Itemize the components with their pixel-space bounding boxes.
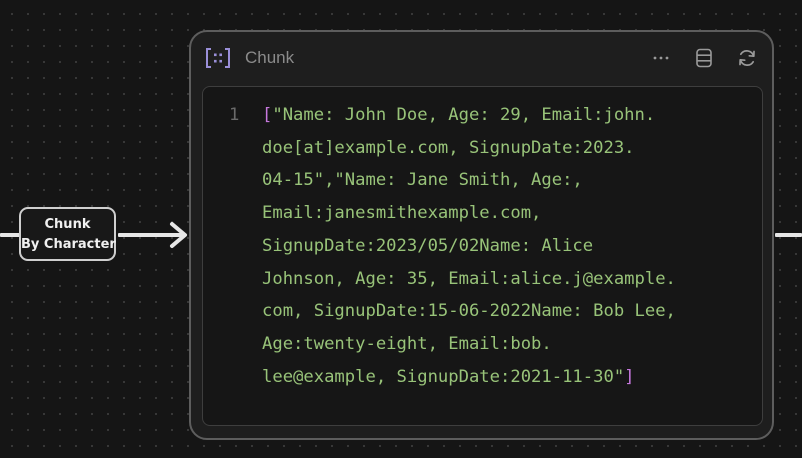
edge-line-left	[0, 233, 20, 237]
code-line-9: lee@example, SignupDate:2021-11-30"	[262, 366, 625, 387]
code-line-7: com, SignupDate:15-06-2022Name: Bob Lee,	[262, 301, 676, 322]
code-line-4: Email:janesmithexample.com,	[262, 203, 542, 224]
edge-label-line-2: By Character	[21, 237, 116, 252]
document-list-icon	[696, 48, 712, 68]
refresh-icon	[739, 50, 755, 66]
close-bracket: ]	[624, 366, 635, 387]
code-line-2: doe[at]example.com, SignupDate:2023.	[262, 137, 635, 158]
output-code-text[interactable]: ["Name: John Doe, Age: 29, Email:john. d…	[262, 99, 742, 393]
code-line-1: "Name: John Doe, Age: 29, Email:john.	[272, 105, 656, 125]
edge-line-out-of-node	[775, 233, 802, 237]
edge-label-chunk-by-character[interactable]: Chunk By Character	[19, 207, 116, 261]
code-line-8: Age:twenty-eight, Email:bob.	[262, 333, 552, 354]
open-bracket: [	[262, 105, 273, 125]
ellipsis-icon	[653, 56, 669, 60]
output-code-panel[interactable]: 1 ["Name: John Doe, Age: 29, Email:john.…	[202, 86, 763, 426]
refresh-button[interactable]	[735, 46, 759, 70]
arrow-head-icon	[170, 222, 187, 248]
chunk-brackets-icon	[206, 48, 230, 68]
code-line-5: SignupDate:2023/05/02Name: Alice	[262, 235, 594, 256]
code-line-6: Johnson, Age: 35, Email:alice.j@example.	[262, 268, 676, 289]
chunk-node[interactable]: Chunk 1 ["Name: John Doe, Age: 29, Email…	[189, 30, 774, 440]
line-number: 1	[229, 105, 240, 125]
edge-label-line-1: Chunk	[44, 217, 91, 232]
document-button[interactable]	[692, 46, 716, 70]
more-options-button[interactable]	[649, 46, 673, 70]
code-line-3: 04-15","Name: Jane Smith, Age:,	[262, 170, 583, 191]
node-title: Chunk	[245, 48, 295, 67]
chunk-node-header: Chunk	[191, 32, 772, 86]
